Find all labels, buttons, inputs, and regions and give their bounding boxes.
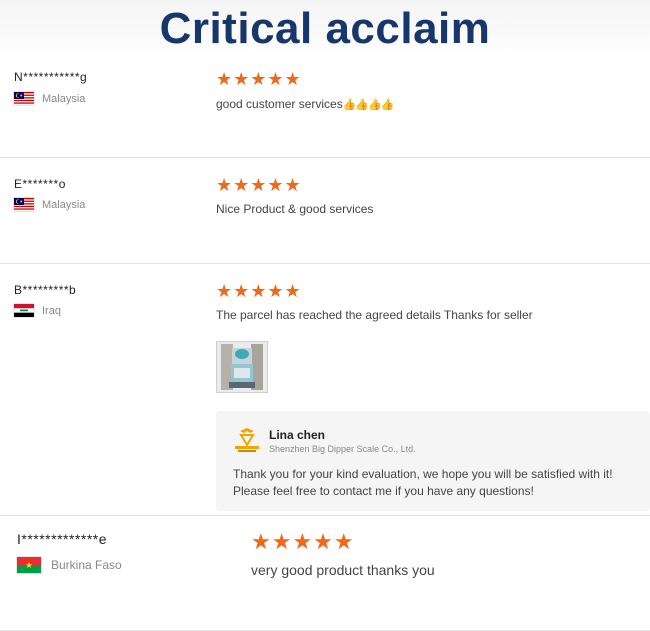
reviewer-country: Iraq [14, 304, 61, 317]
review-text: Nice Product & good services [216, 202, 374, 216]
product-photo [217, 342, 267, 392]
reply-line-2: Please feel free to contact me if you ha… [233, 484, 534, 498]
review-item: B*********b Iraq ★★★★★ The parcel has re… [0, 263, 650, 515]
malaysia-flag-icon [14, 92, 34, 105]
review-text: very good product thanks you [251, 562, 435, 578]
country-label: Malaysia [42, 92, 86, 105]
reviewer-country: Malaysia [14, 92, 85, 105]
reply-text: Thank you for your kind evaluation, we h… [233, 466, 613, 500]
seller-name: Lina chen [269, 428, 326, 442]
review-item: N***********g Malaysia ★★★★★ good custom… [0, 62, 650, 158]
country-label: Iraq [42, 304, 61, 317]
reply-line-1: Thank you for your kind evaluation, we h… [233, 467, 613, 481]
malaysia-flag-icon [14, 198, 34, 211]
seller-company: Shenzhen Big Dipper Scale Co., Ltd. [269, 444, 416, 454]
reviewer-name: N***********g [14, 70, 88, 84]
country-label: Burkina Faso [51, 558, 122, 572]
review-item: I*************e Burkina Faso ★★★★★ very … [0, 515, 650, 631]
review-photo-thumbnail[interactable] [216, 341, 268, 393]
page-title: Critical acclaim [159, 4, 491, 53]
iraq-flag-icon [14, 304, 34, 317]
reviewer-country: Malaysia [14, 198, 85, 211]
star-rating: ★★★★★ [216, 69, 302, 89]
review-text: The parcel has reached the agreed detail… [216, 308, 533, 322]
reviewer-name: E*******o [14, 177, 66, 191]
burkina-faso-flag-icon [17, 557, 41, 573]
thumbs-up-icon: 👍👍👍👍 [342, 99, 395, 111]
seller-reply: Lina chen Shenzhen Big Dipper Scale Co.,… [216, 411, 650, 511]
country-label: Malaysia [42, 198, 86, 211]
reviewer-name: I*************e [17, 531, 108, 547]
star-rating: ★★★★★ [216, 175, 302, 195]
star-rating: ★★★★★ [216, 281, 302, 301]
review-text-content: good customer services [216, 97, 343, 111]
seller-logo-icon [235, 428, 259, 452]
review-text: good customer services👍👍👍👍 [216, 97, 395, 111]
reviews-page: Critical acclaim N***********g Malaysia … [0, 0, 650, 631]
review-item: E*******o Malaysia ★★★★★ Nice Product & … [0, 157, 650, 264]
reviewer-name: B*********b [14, 283, 77, 297]
star-rating: ★★★★★ [251, 529, 355, 554]
reviewer-country: Burkina Faso [17, 557, 122, 573]
